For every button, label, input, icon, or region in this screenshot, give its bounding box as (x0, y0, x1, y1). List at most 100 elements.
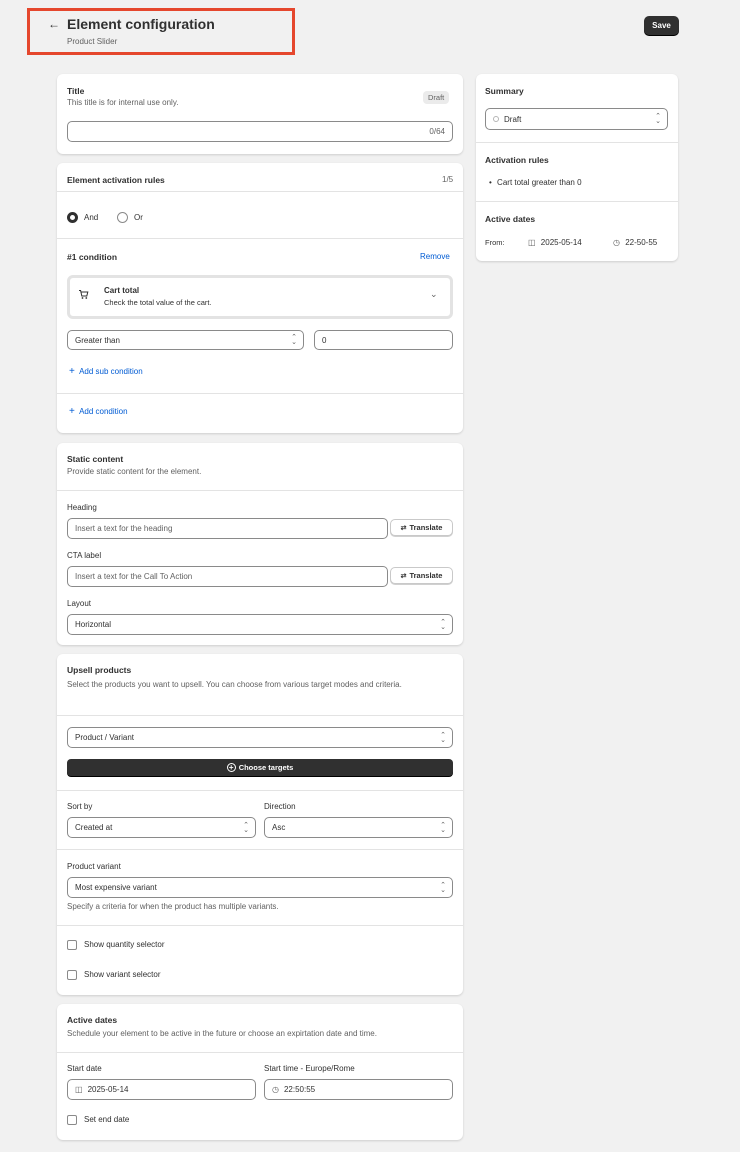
upsell-products-card: Upsell products Select the products you … (57, 654, 463, 995)
summary-rules-label: Activation rules (485, 155, 549, 165)
chevron-down-icon: ⌄ (430, 289, 438, 299)
choose-targets-button[interactable]: + Choose targets (67, 759, 453, 776)
calendar-icon: ◫ (75, 1085, 83, 1094)
target-mode-value: Product / Variant (75, 733, 134, 742)
calendar-icon: ◫ (528, 238, 536, 247)
cta-input[interactable]: Insert a text for the Call To Action (67, 566, 388, 587)
radio-and-label: And (84, 213, 99, 222)
title-label: Title (67, 86, 85, 96)
sort-by-select[interactable]: Created at ⌃ ⌄ (67, 817, 256, 838)
product-variant-select[interactable]: Most expensive variant ⌃ ⌄ (67, 877, 453, 898)
upsell-help: Select the products you want to upsell. … (67, 680, 402, 689)
status-badge: Draft (423, 91, 450, 104)
sort-by-label: Sort by (67, 802, 93, 811)
cart-icon (78, 289, 89, 302)
end-date-checkbox[interactable] (67, 1115, 77, 1125)
product-variant-label: Product variant (67, 862, 121, 871)
heading-placeholder: Insert a text for the heading (75, 524, 173, 533)
remove-condition-link[interactable]: Remove (420, 252, 450, 261)
target-mode-select[interactable]: Product / Variant ⌃ ⌄ (67, 727, 453, 748)
variant-selector-label: Show variant selector (84, 970, 161, 979)
divider (476, 201, 678, 202)
active-dates-label: Active dates (67, 1015, 118, 1025)
heading-input[interactable]: Insert a text for the heading (67, 518, 388, 539)
radio-or-label: Or (134, 213, 143, 222)
quantity-selector-label: Show quantity selector (84, 940, 165, 949)
divider (57, 790, 463, 791)
condition-title: #1 condition (67, 252, 118, 262)
layout-value: Horizontal (75, 620, 112, 629)
start-date-label: Start date (67, 1064, 102, 1073)
clock-icon: ◷ (272, 1085, 279, 1094)
summary-status-select[interactable]: Draft ⌃ ⌄ (485, 108, 668, 130)
title-input[interactable]: 0/64 (67, 121, 453, 142)
end-date-label: Set end date (84, 1115, 130, 1124)
summary-dates-label: Active dates (485, 214, 536, 224)
summary-from-date: ◫ 2025-05-14 (528, 238, 582, 247)
active-dates-help: Schedule your element to be active in th… (67, 1029, 377, 1038)
summary-from-date-value: 2025-05-14 (540, 238, 582, 247)
select-chevron-icon: ⌃ ⌄ (440, 731, 446, 744)
bullet-icon: • (489, 178, 492, 187)
cta-placeholder: Insert a text for the Call To Action (75, 572, 193, 581)
translate-cta-button[interactable]: ⇄ Translate (390, 567, 453, 584)
quantity-selector-checkbox[interactable] (67, 940, 77, 950)
add-condition-label: Add condition (79, 407, 128, 416)
save-button[interactable]: Save (644, 16, 679, 35)
add-sub-condition-link[interactable]: + Add sub condition (69, 366, 143, 377)
layout-label: Layout (67, 599, 92, 608)
direction-value: Asc (272, 823, 286, 832)
direction-select[interactable]: Asc ⌃ ⌄ (264, 817, 453, 838)
translate-heading-button[interactable]: ⇄ Translate (390, 519, 453, 536)
summary-status-value: Draft (504, 114, 522, 124)
divider (57, 393, 463, 394)
select-chevron-icon: ⌃ ⌄ (440, 881, 446, 894)
plus-icon: + (69, 366, 75, 377)
translate-label: Translate (409, 571, 443, 580)
summary-from-time-value: 22-50-55 (625, 238, 658, 247)
start-time-value: 22:50:55 (283, 1085, 316, 1094)
divider (476, 142, 678, 143)
title-help: This title is for internal use only. (67, 98, 179, 107)
title-counter: 0/64 (429, 127, 445, 136)
summary-from-label: From: (485, 238, 505, 247)
divider (57, 191, 463, 192)
cta-label: CTA label (67, 551, 102, 560)
select-chevron-icon: ⌃ ⌄ (440, 821, 446, 834)
translate-icon: ⇄ (400, 524, 407, 532)
layout-select[interactable]: Horizontal ⌃ ⌄ (67, 614, 453, 635)
condition-name: Cart total (104, 286, 140, 295)
variant-selector-checkbox[interactable] (67, 970, 77, 980)
operator-select[interactable]: Greater than ⌃ ⌄ (67, 330, 304, 350)
radio-or[interactable] (117, 212, 128, 223)
title-card: Title This title is for internal use onl… (57, 74, 463, 154)
static-content-help: Provide static content for the element. (67, 467, 202, 476)
divider (57, 849, 463, 850)
condition-type-select[interactable]: Cart total Check the total value of the … (67, 275, 453, 319)
start-date-input[interactable]: ◫ 2025-05-14 (67, 1079, 256, 1100)
operator-value: Greater than (75, 335, 120, 345)
active-dates-card: Active dates Schedule your element to be… (57, 1004, 463, 1140)
arrow-left-icon[interactable]: ← (48, 17, 60, 31)
select-chevron-icon: ⌃ ⌄ (440, 618, 446, 631)
sort-by-value: Created at (75, 823, 113, 832)
summary-card: Summary Draft ⌃ ⌄ Activation rules • Cart… (476, 74, 678, 261)
select-chevron-icon: ⌃ ⌄ (655, 113, 661, 125)
divider (57, 1052, 463, 1053)
condition-value: 0 (322, 335, 327, 345)
translate-icon: ⇄ (400, 572, 407, 580)
plus-icon: + (69, 406, 75, 417)
status-dot-icon (493, 116, 499, 122)
direction-label: Direction (264, 802, 296, 811)
add-condition-link[interactable]: + Add condition (69, 406, 128, 417)
divider (57, 715, 463, 716)
radio-and[interactable] (67, 212, 78, 223)
add-sub-condition-label: Add sub condition (79, 367, 143, 376)
choose-targets-label: Choose targets (238, 763, 294, 772)
summary-rule-text: Cart total greater than 0 (497, 178, 582, 187)
condition-value-input[interactable]: 0 (314, 330, 453, 350)
page-header: ← Element configuration Product Slider S… (0, 0, 740, 60)
activation-count: 1/5 (442, 175, 454, 184)
upsell-label: Upsell products (67, 665, 132, 675)
start-time-input[interactable]: ◷ 22:50:55 (264, 1079, 453, 1100)
